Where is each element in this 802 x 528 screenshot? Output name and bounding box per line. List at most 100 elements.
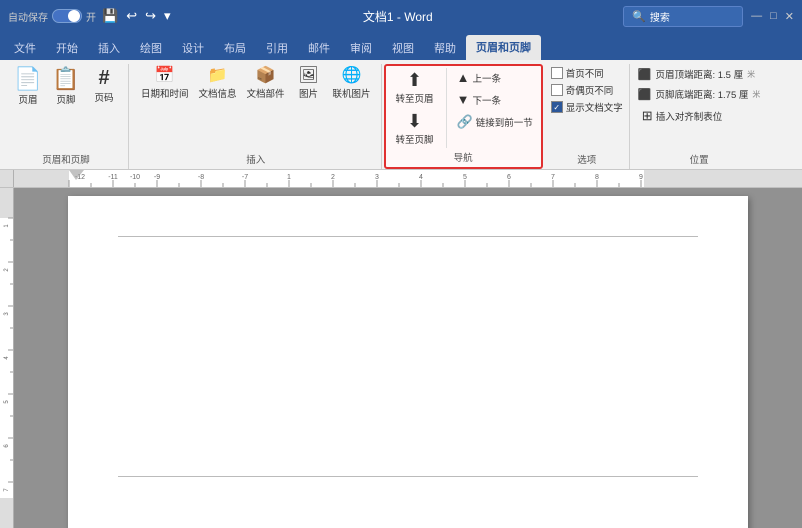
doc-area: 1 2 3 4 5 6 7 <box>0 188 802 528</box>
group-content-nav: ⬆ 转至页眉 ⬇ 转至页脚 ▲ 上一条 ▼ 下一条 � <box>390 66 537 148</box>
goto-header-btn[interactable]: ⬆ 转至页眉 <box>390 68 440 107</box>
vertical-ruler: 1 2 3 4 5 6 7 <box>0 188 14 528</box>
undo-btn[interactable]: ↩ <box>124 8 139 24</box>
ruler-main: -12 -11 -10 -9 -8 -7 1 2 3 4 5 6 7 8 9 <box>14 170 802 187</box>
docparts-btn[interactable]: 📦 文档部件 <box>243 66 289 102</box>
tab-help[interactable]: 帮助 <box>424 36 466 60</box>
goto-footer-label: 转至页脚 <box>396 132 434 146</box>
position-items: ⬛ 页眉顶端距离: 1.5 厘 米 ⬛ 页脚底端距离: 1.75 厘 米 ⊞ 插… <box>638 66 761 126</box>
title-bar: 自动保存 开 💾 ↩ ↪ ▾ 文档1 - Word 🔍 搜索 — □ ✕ <box>0 0 802 32</box>
ruler-side <box>0 170 14 187</box>
ribbon-group-position: ⬛ 页眉顶端距离: 1.5 厘 米 ⬛ 页脚底端距离: 1.75 厘 米 ⊞ 插… <box>632 64 767 169</box>
docparts-icon: 📦 <box>256 68 276 84</box>
link-icon: 🔗 <box>457 114 473 130</box>
ribbon-group-insert: 📅 日期和时间 📁 文档信息 📦 文档部件 🖼 图片 🌐 联机图片 插入 <box>131 64 382 169</box>
tab-draw[interactable]: 绘图 <box>130 36 172 60</box>
tab-view[interactable]: 视图 <box>382 36 424 60</box>
autosave-label: 自动保存 <box>8 9 48 24</box>
prev-item-btn[interactable]: ▲ 上一条 <box>453 68 537 87</box>
group-content-insert: 📅 日期和时间 📁 文档信息 📦 文档部件 🖼 图片 🌐 联机图片 <box>137 64 375 150</box>
checkbox-odd-even[interactable]: 奇偶页不同 <box>551 83 623 97</box>
online-picture-label: 联机图片 <box>333 86 371 100</box>
online-picture-btn[interactable]: 🌐 联机图片 <box>329 66 375 102</box>
title-text: 文档1 - Word <box>363 10 433 24</box>
goto-column: ⬆ 转至页眉 ⬇ 转至页脚 <box>390 68 447 148</box>
tab-design[interactable]: 设计 <box>172 36 214 60</box>
footer-area <box>118 476 698 516</box>
save-btn[interactable]: 💾 <box>100 8 120 24</box>
title-bar-left: 自动保存 开 💾 ↩ ↪ ▾ <box>8 8 173 24</box>
next-item-btn[interactable]: ▼ 下一条 <box>453 90 537 109</box>
group-content-header-footer: 📄 页眉 📋 页脚 # 页码 <box>10 64 122 150</box>
minimize-btn[interactable]: — <box>751 10 762 22</box>
svg-text:5: 5 <box>463 174 467 181</box>
datetime-btn[interactable]: 📅 日期和时间 <box>137 66 193 102</box>
tab-home[interactable]: 开始 <box>46 36 88 60</box>
docinfo-btn[interactable]: 📁 文档信息 <box>195 66 241 102</box>
footer-bottom-distance: ⬛ 页脚底端距离: 1.75 厘 米 <box>638 86 761 102</box>
insert-tab-stop-btn[interactable]: ⊞ 插入对齐制表位 <box>638 106 761 126</box>
header-btn[interactable]: 📄 页眉 <box>10 66 46 108</box>
search-icon: 🔍 <box>632 10 646 23</box>
tab-mail[interactable]: 邮件 <box>298 36 340 60</box>
tab-file[interactable]: 文件 <box>4 36 46 60</box>
group-label-nav: 导航 <box>390 148 537 167</box>
checkbox-first-page[interactable]: 首页不同 <box>551 66 623 80</box>
ruler-svg: -12 -11 -10 -9 -8 -7 1 2 3 4 5 6 7 8 9 <box>14 170 802 187</box>
doc-scroll[interactable] <box>14 188 802 528</box>
checkbox-first-page-box[interactable] <box>551 67 563 79</box>
checkbox-show-doc-box[interactable]: ✓ <box>551 101 563 113</box>
footer-icon: 📋 <box>52 68 79 90</box>
svg-text:-7: -7 <box>242 174 248 181</box>
maximize-btn[interactable]: □ <box>770 10 777 22</box>
group-label-hf: 页眉和页脚 <box>10 150 122 169</box>
footer-label: 页脚 <box>56 92 75 106</box>
checkbox-odd-even-label: 奇偶页不同 <box>566 83 614 97</box>
checkbox-show-doc[interactable]: ✓ 显示文档文字 <box>551 100 623 114</box>
footer-btn[interactable]: 📋 页脚 <box>48 66 84 108</box>
tab-layout[interactable]: 布局 <box>214 36 256 60</box>
tab-insert[interactable]: 插入 <box>88 36 130 60</box>
link-prev-btn[interactable]: 🔗 链接到前一节 <box>453 112 537 132</box>
svg-text:4: 4 <box>419 174 423 181</box>
autosave-toggle[interactable] <box>52 9 82 23</box>
prev-label: 上一条 <box>472 71 501 85</box>
checkbox-odd-even-box[interactable] <box>551 84 563 96</box>
ruler-container: -12 -11 -10 -9 -8 -7 1 2 3 4 5 6 7 8 9 <box>0 170 802 188</box>
svg-text:8: 8 <box>595 174 599 181</box>
online-picture-icon: 🌐 <box>342 68 362 84</box>
header-separator <box>118 236 698 237</box>
tab-review[interactable]: 审阅 <box>340 36 382 60</box>
tab-stop-icon: ⊞ <box>642 108 653 124</box>
goto-footer-btn[interactable]: ⬇ 转至页脚 <box>390 109 440 148</box>
svg-text:3: 3 <box>375 174 379 181</box>
ribbon-tabs: 文件 开始 插入 绘图 设计 布局 引用 邮件 审阅 视图 帮助 页眉和页脚 <box>0 32 802 60</box>
next-icon: ▼ <box>457 92 470 107</box>
search-bar[interactable]: 🔍 搜索 <box>623 6 743 27</box>
header-label: 页眉 <box>18 92 37 106</box>
redo-btn[interactable]: ↪ <box>143 8 158 24</box>
checkbox-show-doc-label: 显示文档文字 <box>566 100 623 114</box>
goto-footer-icon: ⬇ <box>407 111 422 132</box>
goto-header-icon: ⬆ <box>407 70 422 91</box>
close-btn[interactable]: ✕ <box>785 10 794 23</box>
svg-text:2: 2 <box>331 174 335 181</box>
title-bar-right: 🔍 搜索 — □ ✕ <box>623 6 794 27</box>
svg-text:-10: -10 <box>130 174 140 181</box>
picture-label: 图片 <box>299 86 318 100</box>
datetime-icon: 📅 <box>155 68 175 84</box>
page-num-btn[interactable]: # 页码 <box>86 66 122 106</box>
vertical-ruler-svg: 1 2 3 4 5 6 7 <box>0 188 14 528</box>
group-label-options: 选项 <box>551 150 623 169</box>
svg-text:-9: -9 <box>154 174 160 181</box>
picture-btn[interactable]: 🖼 图片 <box>291 66 327 102</box>
footer-bottom-unit: 米 <box>752 89 760 100</box>
tab-header-footer[interactable]: 页眉和页脚 <box>466 35 541 60</box>
tab-references[interactable]: 引用 <box>256 36 298 60</box>
group-label-position: 位置 <box>638 150 761 169</box>
svg-text:1: 1 <box>287 174 291 181</box>
group-content-options: 首页不同 奇偶页不同 ✓ 显示文档文字 <box>551 64 623 150</box>
checkbox-group: 首页不同 奇偶页不同 ✓ 显示文档文字 <box>551 66 623 114</box>
docinfo-label: 文档信息 <box>199 86 237 100</box>
customize-btn[interactable]: ▾ <box>162 8 173 24</box>
